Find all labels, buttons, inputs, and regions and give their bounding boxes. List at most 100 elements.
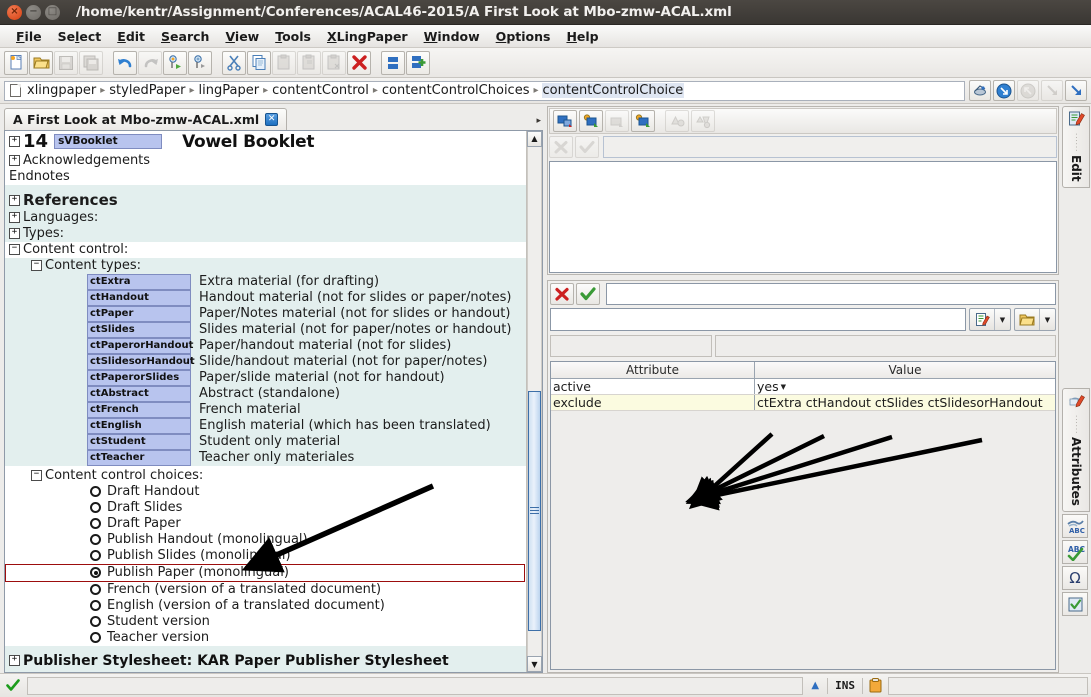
attribute-name-cell[interactable]: exclude — [551, 395, 755, 410]
breadcrumb-item-2[interactable]: lingPaper — [198, 83, 261, 98]
menu-options[interactable]: Options — [488, 27, 559, 46]
radio-selected-icon[interactable] — [90, 567, 101, 579]
chevron-down-icon[interactable]: ▼ — [994, 309, 1010, 330]
content-type-id[interactable]: ctAbstract — [87, 385, 191, 402]
delete-icon[interactable] — [347, 50, 371, 75]
radio-unselected-icon[interactable] — [90, 600, 101, 612]
content-control-choice-row[interactable]: Publish Paper (monolingual) — [5, 563, 525, 582]
content-type-id[interactable]: ctEnglish — [87, 417, 191, 434]
radio-unselected-icon[interactable] — [90, 518, 101, 530]
content-type-row[interactable]: ctEnglish English material (which has bee… — [5, 417, 526, 434]
content-control-choice-row[interactable]: Student version — [5, 614, 526, 630]
menu-search[interactable]: Search — [153, 27, 217, 46]
tree-row-endnotes[interactable]: Endnotes — [5, 169, 526, 185]
status-right-field[interactable] — [888, 676, 1088, 695]
content-control-choice-row[interactable]: Publish Handout (monolingual) — [5, 532, 526, 548]
element-content-area[interactable] — [549, 161, 1057, 273]
scroll-up-button[interactable]: ▲ — [527, 130, 542, 147]
scroll-track[interactable] — [527, 146, 542, 656]
add-view-icon[interactable] — [406, 50, 430, 75]
edit-value-icon[interactable] — [970, 309, 994, 330]
attributes-table-row[interactable]: active yes ▼ — [551, 379, 1055, 395]
attributes-table-row[interactable]: exclude ctExtra ctHandout ctSlides ctSlid… — [551, 395, 1055, 411]
attribute-name-input[interactable] — [606, 283, 1056, 305]
expand-toggle-icon[interactable] — [9, 155, 20, 167]
content-control-choice-row[interactable]: Draft Handout — [5, 484, 526, 500]
content-type-id[interactable]: ctHandout — [87, 289, 191, 306]
content-type-row[interactable]: ctSlides Slides material (not for paper/n… — [5, 321, 526, 338]
content-type-id[interactable]: ctFrench — [87, 401, 191, 418]
breadcrumb-next-icon[interactable] — [993, 80, 1015, 101]
radio-unselected-icon[interactable] — [90, 486, 101, 498]
copy-icon[interactable] — [247, 50, 271, 75]
content-control-choice-row[interactable]: Teacher version — [5, 630, 526, 646]
edit-value-dropdown[interactable]: ▼ — [969, 308, 1011, 331]
attribute-value-cell[interactable]: yes ▼ — [755, 379, 1055, 394]
breadcrumb-expand-icon[interactable] — [1065, 80, 1087, 101]
content-type-row[interactable]: ctSlidesorHandout Slide/handout material … — [5, 353, 526, 370]
split-view-icon[interactable] — [381, 50, 405, 75]
breadcrumb-overview-icon[interactable] — [969, 80, 991, 101]
breadcrumb-item-0[interactable]: xlingpaper — [26, 83, 97, 98]
column-header-attribute[interactable]: Attribute — [551, 362, 755, 378]
column-header-value[interactable]: Value — [755, 362, 1055, 378]
radio-unselected-icon[interactable] — [90, 502, 101, 514]
insert-element-child-icon[interactable] — [579, 110, 603, 132]
chevron-down-icon[interactable]: ▼ — [781, 383, 786, 391]
validate-run-icon[interactable] — [163, 50, 187, 75]
close-icon[interactable]: ✕ — [265, 112, 279, 126]
checkbox-task-icon[interactable] — [1062, 592, 1088, 617]
menu-tools[interactable]: Tools — [267, 27, 319, 46]
tree-vertical-scrollbar[interactable]: ▲ ▼ — [526, 130, 542, 672]
section-id-box[interactable]: sVBooklet — [54, 134, 163, 150]
spellcheck-view-icon[interactable]: ABC — [1062, 514, 1088, 539]
tree-row-content-types[interactable]: Content types: — [5, 257, 526, 274]
insert-mode-indicator[interactable]: INS — [832, 679, 858, 692]
open-folder-icon[interactable] — [29, 50, 53, 75]
attribute-value-cell[interactable]: ctExtra ctHandout ctSlides ctSlidesorHan… — [755, 395, 1055, 410]
expand-toggle-icon[interactable] — [9, 212, 20, 224]
scroll-down-button[interactable]: ▼ — [527, 656, 542, 672]
tab-attributes[interactable]: ······ Attributes — [1062, 388, 1090, 513]
radio-unselected-icon[interactable] — [90, 584, 101, 596]
element-value-input[interactable] — [603, 136, 1057, 158]
new-file-icon[interactable] — [4, 50, 28, 75]
wrap-element-icon[interactable] — [631, 110, 655, 132]
content-control-choice-row[interactable]: English (version of a translated documen… — [5, 598, 526, 614]
breadcrumb-item-1[interactable]: styledPaper — [108, 83, 186, 98]
confirm-attribute-icon[interactable] — [576, 283, 600, 305]
minimize-window-button[interactable]: − — [26, 4, 41, 20]
expand-toggle-icon[interactable] — [9, 136, 20, 148]
menu-file[interactable]: File — [8, 27, 50, 46]
content-type-id[interactable]: ctTeacher — [87, 449, 191, 466]
attribute-name-cell[interactable]: active — [551, 379, 755, 394]
menu-xlingpaper[interactable]: XLingPaper — [319, 27, 416, 46]
menu-edit[interactable]: Edit — [109, 27, 153, 46]
tree-row-references[interactable]: References — [5, 190, 526, 210]
content-type-row[interactable]: ctHandout Handout material (not for slide… — [5, 289, 526, 306]
status-message-field[interactable] — [27, 676, 804, 695]
content-type-row[interactable]: ctTeacher Teacher only materiales — [5, 449, 526, 466]
content-control-choice-row[interactable]: Publish Slides (monolingual) — [5, 548, 526, 564]
menu-select[interactable]: Select — [50, 27, 110, 46]
content-type-id[interactable]: ctPaper — [87, 305, 191, 322]
content-type-row[interactable]: ctAbstract Abstract (standalone) — [5, 385, 526, 402]
tree-row-section[interactable]: 14 sVBooklet Vowel Booklet — [5, 131, 526, 153]
content-type-id[interactable]: ctStudent — [87, 433, 191, 450]
browse-value-dropdown[interactable]: ▼ — [1014, 308, 1056, 331]
menu-view[interactable]: View — [217, 27, 267, 46]
breadcrumb-item-4[interactable]: contentControlChoices — [381, 83, 531, 98]
chevron-down-icon[interactable]: ▼ — [1039, 309, 1055, 330]
collapse-toggle-icon[interactable] — [31, 470, 42, 482]
expand-toggle-icon[interactable] — [9, 194, 20, 206]
clipboard-icon[interactable] — [867, 678, 884, 693]
insert-element-before-icon[interactable] — [553, 110, 577, 132]
menu-help[interactable]: Help — [558, 27, 606, 46]
close-window-button[interactable]: × — [7, 4, 22, 20]
breadcrumb-item-3[interactable]: contentControl — [271, 83, 370, 98]
content-type-id[interactable]: ctPaperorSlides — [87, 369, 191, 386]
tree-row-acknowledgements[interactable]: Acknowledgements — [5, 153, 526, 169]
content-type-row[interactable]: ctPaperorSlides Paper/slide material (not… — [5, 369, 526, 386]
tree-row-content-control[interactable]: Content control: — [5, 242, 526, 258]
browse-value-icon[interactable] — [1015, 309, 1039, 330]
